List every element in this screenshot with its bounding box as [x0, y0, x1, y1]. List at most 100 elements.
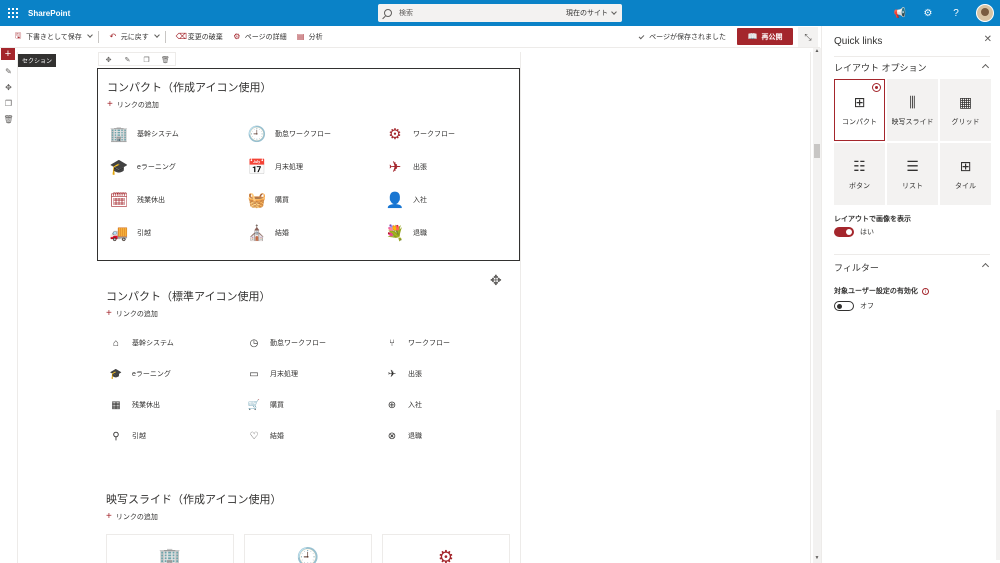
gear-icon[interactable]: ⚙ [914, 0, 942, 26]
layout-label: 映写スライド [891, 118, 934, 126]
undo-button[interactable]: ↶ 元に戻す [109, 32, 149, 42]
help-icon[interactable]: ? [942, 0, 970, 26]
add-link-button[interactable]: + リンクの追加 [106, 511, 158, 522]
filter-header[interactable]: フィルター [834, 261, 879, 274]
webpart-toolbar: ✥ ✎ ❐ 🗑 [98, 52, 176, 66]
list-item[interactable]: ◷ 勤怠ワークフロー [244, 333, 326, 353]
move-icon[interactable]: ✥ [0, 79, 17, 95]
link-label: 出張 [408, 371, 422, 378]
divider [97, 30, 99, 43]
link-label: 引越 [132, 433, 146, 440]
canvas-scrollbar[interactable]: ▲ ▼ [813, 48, 821, 563]
list-item[interactable]: ⑂ ワークフロー [382, 333, 450, 353]
duplicate-icon[interactable]: ❐ [137, 53, 156, 66]
layout-compact[interactable]: ⊞ コンパクト [834, 79, 885, 141]
layout-list[interactable]: ☰ リスト [887, 143, 938, 205]
chevron-up-icon[interactable] [981, 63, 990, 72]
scroll-down-icon[interactable]: ▼ [813, 555, 821, 563]
link-label: 残業休出 [137, 197, 165, 204]
info-icon[interactable]: i [921, 288, 929, 295]
layout-grid[interactable]: ▦ グリッド [940, 79, 991, 141]
cart-icon: 🛒 [247, 399, 261, 411]
collapse-icon[interactable]: ⤡ [798, 27, 818, 47]
app-launcher-button[interactable] [0, 0, 26, 26]
add-link-button[interactable]: + リンクの追加 [106, 308, 158, 319]
save-draft-button[interactable]: 🖫 下書きとして保存 [14, 30, 82, 44]
button-layout-icon: ☷ [853, 157, 866, 174]
list-item[interactable]: ⛪ 結婚 [245, 221, 289, 245]
delete-icon[interactable]: 🗑 [0, 111, 17, 127]
scroll-thumb[interactable] [814, 144, 820, 158]
edit-icon[interactable]: ✎ [118, 53, 137, 66]
republish-button[interactable]: 📖 再公開 [737, 28, 793, 45]
layout-button[interactable]: ☷ ボタン [834, 143, 885, 205]
list-item[interactable]: ▦ 残業休出 [106, 395, 160, 415]
layout-filmstrip[interactable]: ⫼ 映写スライド [887, 79, 938, 141]
filmstrip-card[interactable]: ⚙ [382, 534, 510, 563]
add-link-button[interactable]: + リンクの追加 [107, 99, 159, 110]
card-icon: ▭ [249, 368, 259, 380]
filmstrip-card[interactable]: 🏢 [106, 534, 234, 563]
add-section-button[interactable]: + [1, 48, 15, 60]
delete-icon[interactable]: 🗑 [156, 53, 175, 66]
app-brand[interactable]: SharePoint [28, 9, 70, 18]
list-item[interactable]: ⊗ 退職 [382, 426, 422, 446]
search-box[interactable]: 検索 現在のサイト [378, 4, 622, 22]
list-item[interactable]: ⌂ 基幹システム [106, 333, 174, 353]
list-item[interactable]: 🏢 基幹システム [107, 122, 179, 146]
show-images-toggle[interactable] [834, 227, 854, 237]
link-label: 入社 [408, 402, 422, 409]
save-status-text: ページが保存されました [649, 34, 726, 41]
edit-section-icon[interactable]: ✎ [0, 63, 17, 79]
page-details-button[interactable]: ⚙ ページの詳細 [233, 32, 286, 42]
chevron-down-icon[interactable] [86, 32, 93, 38]
search-scope[interactable]: 現在のサイト [566, 8, 608, 18]
list-item[interactable]: 🎓 eラーニング [107, 155, 176, 179]
link-label: ワークフロー [408, 340, 450, 347]
search-icon [384, 9, 392, 17]
webpart-title[interactable]: 映写スライド（作成アイコン使用） [106, 491, 281, 507]
list-item[interactable]: ▭ 月末処理 [244, 364, 298, 384]
list-item[interactable]: 💐 退職 [383, 221, 427, 245]
list-item[interactable]: 🚚 引越 [107, 221, 151, 245]
list-item[interactable]: 🧺 購買 [245, 188, 289, 212]
move-icon[interactable]: ✥ [99, 53, 118, 66]
chevron-down-icon[interactable] [153, 32, 160, 38]
list-item[interactable]: 📅 月末処理 [245, 155, 303, 179]
layout-options-header[interactable]: レイアウト オプション [834, 61, 927, 74]
list-item[interactable]: 👤 入社 [383, 188, 427, 212]
audience-toggle[interactable] [834, 301, 854, 311]
list-item[interactable]: 🎓 eラーニング [106, 364, 171, 384]
discard-icon: ⌫ [175, 32, 188, 41]
duplicate-icon[interactable]: ❐ [0, 95, 17, 111]
analytics-button[interactable]: ▤ 分析 [297, 32, 323, 42]
list-item[interactable]: ⚙ ワークフロー [383, 122, 455, 146]
link-label: 退職 [408, 433, 422, 440]
list-item[interactable]: ♡ 結婚 [244, 426, 284, 446]
list-item[interactable]: ⊕ 入社 [382, 395, 422, 415]
list-item[interactable]: 🕘 勤怠ワークフロー [245, 122, 331, 146]
scroll-up-icon[interactable]: ▲ [813, 48, 821, 56]
webpart-title[interactable]: コンパクト（標準アイコン使用） [106, 288, 270, 304]
discard-button[interactable]: ⌫ 変更の破棄 [176, 32, 223, 42]
save-draft-label: 下書きとして保存 [26, 33, 82, 41]
list-item[interactable]: ⚲ 引越 [106, 426, 146, 446]
filmstrip-layout-icon: ⫼ [909, 93, 916, 110]
panel-scrollbar[interactable] [996, 410, 1000, 560]
list-item[interactable]: 🛒 購買 [244, 395, 284, 415]
quick-links-webpart-1[interactable]: コンパクト（作成アイコン使用） + リンクの追加 🏢 基幹システム 🕘 勤怠ワークフロ… [97, 68, 520, 261]
list-item[interactable]: ✈ 出張 [382, 364, 422, 384]
command-bar: 🖫 下書きとして保存 ↶ 元に戻す ⌫ 変更の破棄 ⚙ ページの詳細 ▤ 分析 ページが保… [0, 26, 820, 48]
megaphone-icon[interactable]: 📢 [886, 0, 914, 26]
list-item[interactable]: 🗓 残業休出 [107, 188, 165, 212]
webpart-title[interactable]: コンパクト（作成アイコン使用） [107, 79, 271, 95]
quick-links-webpart-2[interactable]: コンパクト（標準アイコン使用） + リンクの追加 ⌂ 基幹システム ◷ 勤怠ワークフロ… [97, 278, 520, 458]
analytics-label: 分析 [308, 33, 323, 41]
avatar[interactable] [976, 4, 994, 22]
close-icon[interactable]: ✕ [984, 34, 992, 45]
list-item[interactable]: ✈ 出張 [383, 155, 427, 179]
chevron-up-icon[interactable] [981, 262, 990, 271]
undo-label: 元に戻す [120, 33, 149, 41]
filmstrip-card[interactable]: 🕘 [244, 534, 372, 563]
layout-tile[interactable]: ⊞ タイル [940, 143, 991, 205]
